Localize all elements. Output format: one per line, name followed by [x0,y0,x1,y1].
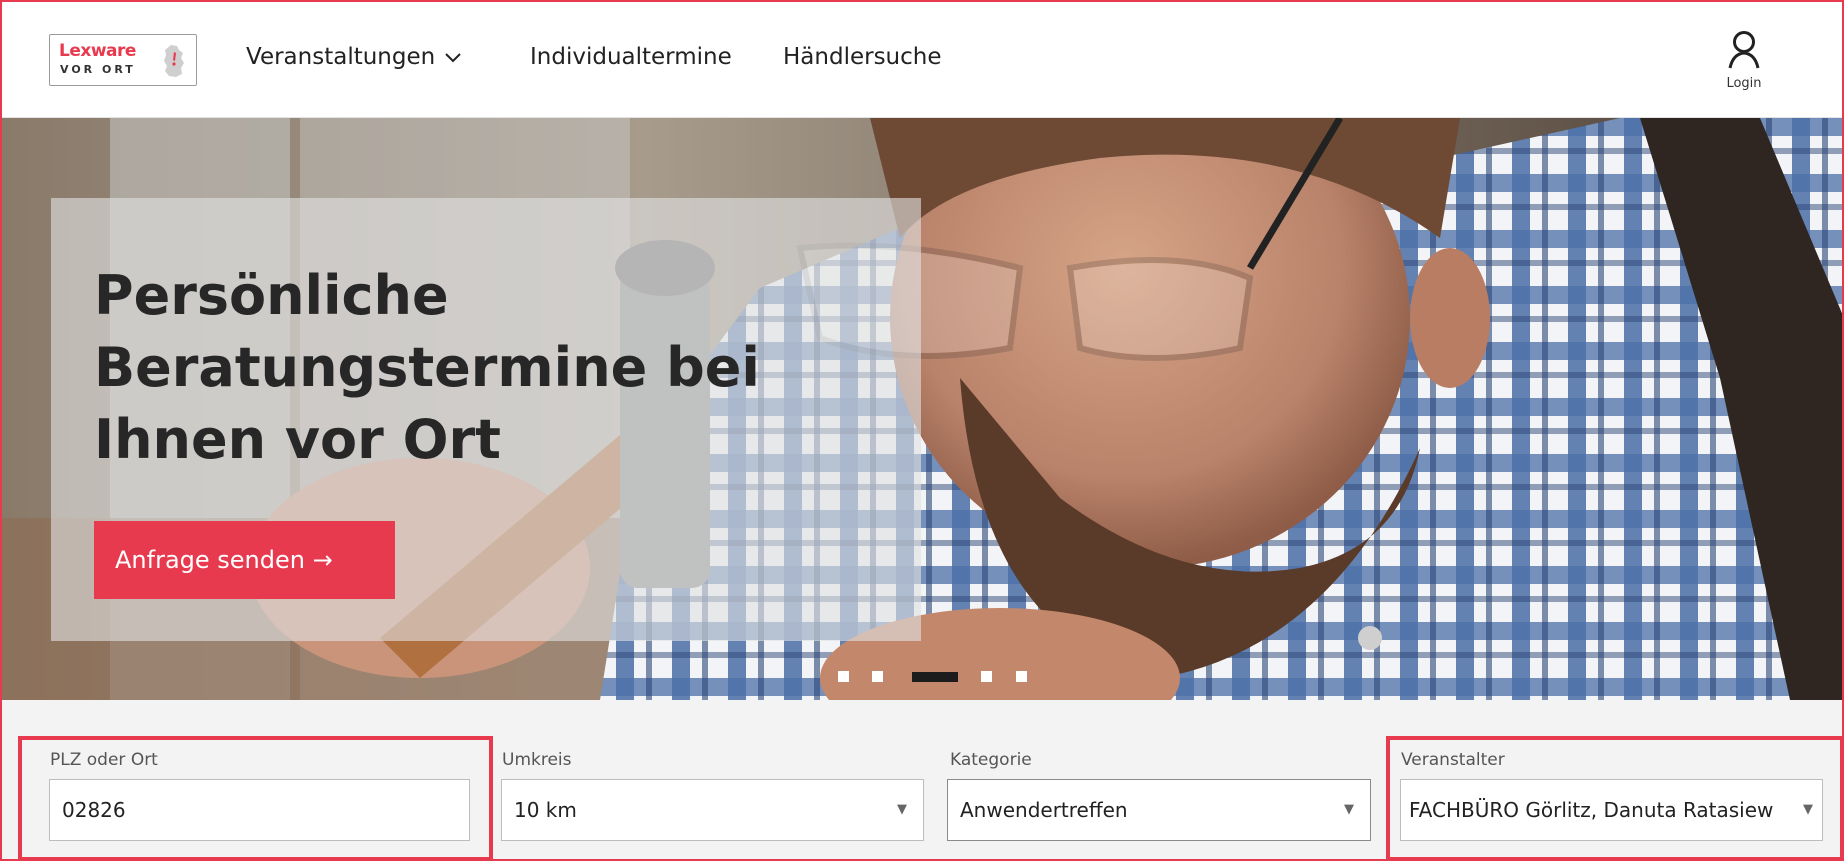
chevron-down-icon [445,52,461,62]
radius-select[interactable]: 10 km ▼ [501,779,924,841]
radius-label: Umkreis [502,750,572,770]
hero-text-panel: Persönliche Beratungstermine bei Ihnen v… [51,198,921,641]
page: Lexware VOR ORT Veranstaltungen Individu… [0,0,1844,861]
carousel-dot-4[interactable] [981,671,992,682]
logo-subtitle: VOR ORT [60,63,136,76]
carousel-dot-1[interactable] [838,671,849,682]
logo-brand: Lexware [59,41,136,61]
hero-headline: Persönliche Beratungstermine bei Ihnen v… [94,260,854,476]
carousel-dot-3[interactable] [912,672,958,682]
dropdown-arrow-icon: ▼ [1344,802,1354,817]
login-label: Login [1726,76,1762,91]
site-header: Lexware VOR ORT Veranstaltungen Individu… [0,0,1844,118]
dropdown-arrow-icon: ▼ [897,802,907,817]
germany-map-icon [164,45,184,77]
lexware-vor-ort-logo[interactable]: Lexware VOR ORT [49,34,197,86]
hero-headline-line-2: Beratungstermine bei [94,336,760,399]
send-request-button[interactable]: Anfrage senden → [94,521,395,599]
category-select[interactable]: Anwendertreffen ▼ [947,779,1371,841]
hero-headline-line-1: Persönliche [94,264,449,327]
highlight-location [18,736,493,861]
highlight-organizer [1386,736,1844,861]
login-button[interactable]: Login [1713,30,1775,91]
nav-haendlersuche[interactable]: Händlersuche [783,44,942,70]
category-label: Kategorie [950,750,1032,770]
user-icon [1728,31,1760,69]
category-value: Anwendertreffen [960,798,1128,822]
nav-veranstaltungen-label: Veranstaltungen [246,44,436,70]
carousel-dot-2[interactable] [872,671,883,682]
radius-value: 10 km [514,798,577,822]
hero-banner: Persönliche Beratungstermine bei Ihnen v… [0,118,1844,700]
hero-headline-line-3: Ihnen vor Ort [94,408,501,471]
nav-individualtermine[interactable]: Individualtermine [530,44,732,70]
search-filters: PLZ oder Ort 02826 Umkreis 10 km ▼ Kateg… [0,700,1844,861]
nav-veranstaltungen[interactable]: Veranstaltungen [246,44,461,70]
carousel-dot-5[interactable] [1016,671,1027,682]
